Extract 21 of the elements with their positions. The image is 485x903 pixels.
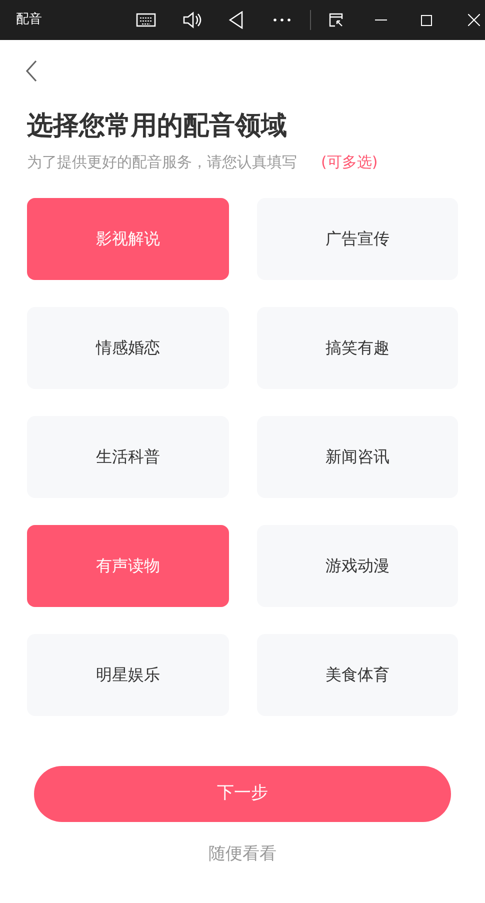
more-icon[interactable]: [272, 18, 292, 22]
window-icon[interactable]: [329, 13, 343, 27]
back-icon[interactable]: [25, 60, 39, 82]
category-option[interactable]: 搞笑有趣: [256, 306, 458, 388]
page-heading: 选择您常用的配音领域: [27, 110, 288, 143]
category-option[interactable]: 广告宣传: [256, 198, 458, 280]
window-title: 配音: [16, 11, 43, 30]
category-option[interactable]: 美食体育: [256, 634, 458, 716]
minimize-icon[interactable]: [375, 19, 387, 21]
category-option[interactable]: 明星娱乐: [27, 634, 228, 716]
subtitle: 为了提供更好的配音服务，请您认真填写: [27, 152, 297, 173]
close-icon[interactable]: [468, 14, 480, 26]
category-option[interactable]: 新闻咨讯: [256, 416, 458, 498]
category-option[interactable]: 生活科普: [27, 416, 228, 498]
category-option[interactable]: 情感婚恋: [27, 306, 228, 388]
multi-select-hint: (可多选): [321, 152, 378, 173]
keyboard-icon[interactable]: [136, 13, 156, 27]
back-triangle-icon[interactable]: [228, 11, 244, 29]
speaker-icon[interactable]: [182, 11, 202, 29]
category-option[interactable]: 游戏动漫: [256, 524, 458, 606]
maximize-icon[interactable]: [421, 14, 432, 26]
